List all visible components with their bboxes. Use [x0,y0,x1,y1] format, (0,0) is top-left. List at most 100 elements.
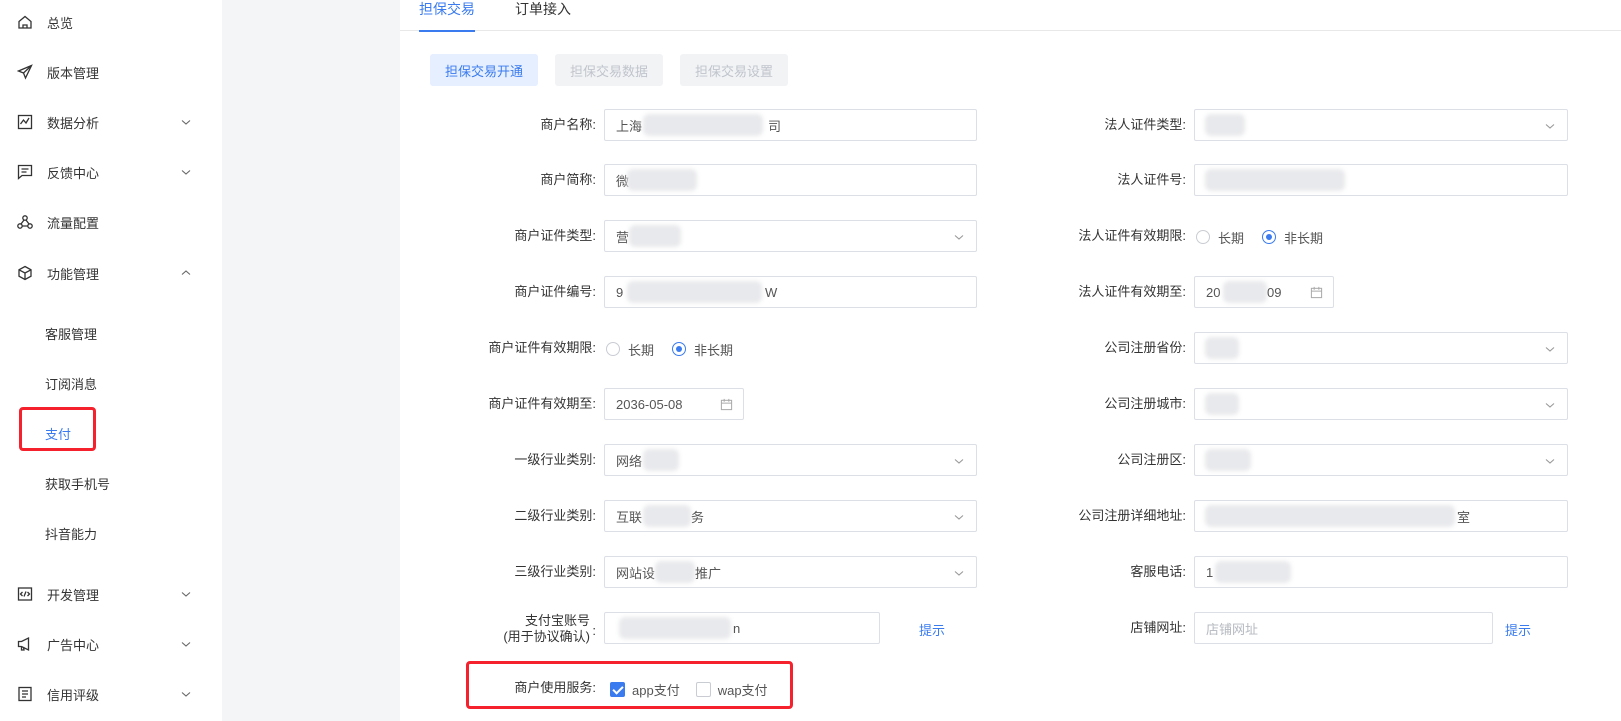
sidebar-subitem-label: 抖音能力 [45,526,98,542]
reg-province-label: 公司注册省份: [1104,340,1186,355]
merchant-short-input[interactable]: 微 [604,164,977,196]
sidebar-item-analytics[interactable]: 数据分析 [0,102,222,142]
calendar-icon [1310,286,1323,299]
alipay-account-label-colon: : [592,623,596,638]
service-wap-pay-checkbox[interactable]: wap支付 [695,680,768,699]
sidebar-item-label: 开发管理 [47,587,100,603]
legal-cert-expiry-value-end: 09 [1267,284,1282,300]
radio-label: 非长期 [694,342,734,358]
industry-l2-value-start: 互联 [616,509,643,525]
merchant-cert-no-input[interactable]: 9 W [604,276,977,308]
industry-l3-select[interactable]: 网站设 推广 [604,556,977,588]
subtab-data[interactable]: 担保交易数据 [555,54,664,86]
legal-cert-term-label: 法人证件有效期限: [1078,228,1186,243]
chevron-down-icon [181,692,191,697]
radio-label: 长期 [628,342,655,358]
sidebar-subitem-douyin[interactable]: 抖音能力 [0,513,222,553]
legal-cert-expiry-label: 法人证件有效期至: [1078,284,1186,299]
cube-icon [17,265,33,281]
main-content: 担保交易 订单接入 担保交易开通 担保交易数据 担保交易设置 商户名称: 上海 … [400,0,1621,721]
alipay-account-label-line2: (用于协议确认) [503,629,590,644]
top-tabs: 担保交易 订单接入 [400,0,1621,32]
legal-cert-type-label: 法人证件类型: [1104,117,1186,132]
service-phone-input[interactable]: 1 [1194,556,1568,588]
merchant-cert-term-nonlongterm[interactable]: 非长期 [672,340,733,359]
shop-url-input[interactable]: 店铺网址 [1194,612,1493,644]
redacted-blur [627,169,697,191]
reg-city-select[interactable] [1194,388,1568,420]
subtab-open[interactable]: 担保交易开通 [430,54,539,86]
redacted-blur [1223,281,1267,303]
sidebar-subitem-label: 获取手机号 [45,476,111,492]
redacted-blur [1215,561,1291,583]
reg-address-input[interactable]: 室 [1194,500,1568,532]
shop-url-hint-link[interactable]: 提示 [1505,620,1531,639]
radio-dot [606,342,620,356]
merchant-cert-term-label: 商户证件有效期限: [488,340,596,355]
industry-l2-select[interactable]: 互联 务 [604,500,977,532]
chevron-down-icon [181,592,191,597]
legal-cert-term-nonlongterm[interactable]: 非长期 [1262,228,1323,247]
legal-cert-type-select[interactable] [1194,109,1568,141]
sidebar-item-version[interactable]: 版本管理 [0,52,222,92]
shop-url-placeholder: 店铺网址 [1206,621,1259,637]
industry-l1-select[interactable]: 网络 [604,444,977,476]
merchant-name-value-start: 上海 [616,118,643,134]
merchant-cert-term-longterm[interactable]: 长期 [606,340,654,359]
industry-l3-value-end: 推广 [695,565,722,581]
home-icon [17,14,33,30]
redacted-blur [627,281,762,303]
alipay-account-input[interactable]: n [604,612,880,644]
industry-l2-value-end: 务 [691,509,705,525]
chevron-down-icon [181,120,191,125]
reg-district-select[interactable] [1194,444,1568,476]
sidebar-item-overview[interactable]: 总览 [0,2,222,42]
chevron-down-icon [954,235,964,240]
sidebar-item-label: 流量配置 [47,215,100,231]
sidebar-subitem-label: 订阅消息 [45,376,98,392]
reg-province-select[interactable] [1194,332,1568,364]
legal-cert-no-input[interactable] [1194,164,1568,196]
sidebar-subitem-payment[interactable]: 支付 [0,413,222,453]
sidebar-subitem-customer-service[interactable]: 客服管理 [0,313,222,353]
subtab-settings[interactable]: 担保交易设置 [680,54,789,86]
merchant-cert-expiry-value: 2036-05-08 [616,396,683,412]
sidebar-item-label: 反馈中心 [47,165,100,181]
merchant-cert-type-label: 商户证件类型: [514,228,596,243]
sidebar-subitem-phone-number[interactable]: 获取手机号 [0,463,222,503]
checkbox-label: app支付 [632,682,680,698]
alipay-account-label: 支付宝账号 (用于协议确认): [460,613,596,645]
sidebar-item-feedback[interactable]: 反馈中心 [0,152,222,192]
reg-city-label: 公司注册城市: [1104,396,1186,411]
alipay-account-value-end: n [733,620,741,636]
chevron-down-icon [181,170,191,175]
merchant-cert-no-value-start: 9 [616,284,624,300]
tab-guarantee-trade[interactable]: 担保交易 [419,0,475,32]
send-icon [17,64,33,80]
calendar-icon [720,398,733,411]
services-checkboxes: app支付 wap支付 [610,679,784,699]
sidebar-item-credit[interactable]: 信用评级 [0,674,222,714]
reg-address-value-end: 室 [1457,509,1471,525]
sidebar-item-ads[interactable]: 广告中心 [0,624,222,664]
chevron-down-icon [1545,403,1555,408]
sidebar-item-traffic[interactable]: 流量配置 [0,202,222,242]
sidebar-item-development[interactable]: 开发管理 [0,574,222,614]
redacted-blur [1205,337,1239,359]
alipay-hint-link[interactable]: 提示 [919,620,945,639]
document-icon [17,686,33,702]
service-app-pay-checkbox[interactable]: app支付 [610,680,680,699]
merchant-cert-type-select[interactable]: 营 [604,220,977,252]
chevron-down-icon [954,571,964,576]
tab-order-access[interactable]: 订单接入 [515,0,571,31]
redacted-blur [643,449,679,471]
legal-cert-term-longterm[interactable]: 长期 [1196,228,1244,247]
merchant-name-input[interactable]: 上海 司 [604,109,977,141]
radio-label: 非长期 [1284,230,1324,246]
sidebar-subitem-subscription[interactable]: 订阅消息 [0,363,222,403]
network-icon [17,214,33,230]
legal-cert-expiry-date[interactable]: 20 09 [1194,276,1334,308]
sidebar-item-features[interactable]: 功能管理 [0,253,222,293]
merchant-cert-expiry-date[interactable]: 2036-05-08 [604,388,744,420]
sidebar-item-label: 信用评级 [47,687,100,703]
